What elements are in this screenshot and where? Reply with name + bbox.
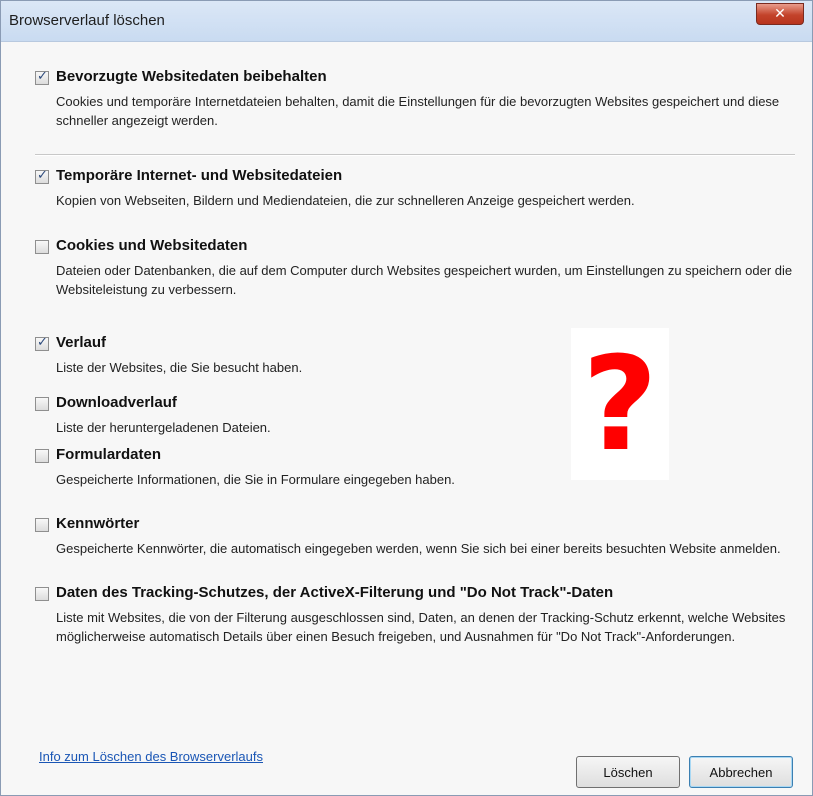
checkbox-cookies[interactable]	[35, 240, 49, 254]
dialog-content: Bevorzugte Websitedaten beibehalten Cook…	[1, 42, 812, 795]
option-title[interactable]: Kennwörter	[56, 515, 139, 532]
dialog-title: Browserverlauf löschen	[9, 12, 165, 29]
option-description: Liste mit Websites, die von der Filterun…	[56, 610, 786, 644]
option-title[interactable]: Temporäre Internet- und Websitedateien	[56, 167, 342, 184]
checkbox-tracking-protection-data[interactable]	[35, 587, 49, 601]
divider	[35, 154, 795, 156]
option-description: Cookies und temporäre Internetdateien be…	[56, 94, 780, 128]
option-title[interactable]: Bevorzugte Websitedaten beibehalten	[56, 68, 327, 85]
checkbox-download-history[interactable]	[35, 397, 49, 411]
option-description: Dateien oder Datenbanken, die auf dem Co…	[56, 263, 793, 297]
question-mark-icon: ?	[582, 328, 658, 480]
delete-button[interactable]: Löschen	[576, 756, 680, 788]
option-title[interactable]: Cookies und Websitedaten	[56, 237, 247, 254]
option-title[interactable]: Verlauf	[56, 334, 106, 351]
title-bar[interactable]: Browserverlauf löschen ✕	[1, 1, 812, 42]
option-description: Kopien von Webseiten, Bildern und Medien…	[56, 193, 635, 208]
checkbox-passwords[interactable]	[35, 518, 49, 532]
option-description: Liste der heruntergeladenen Dateien.	[56, 420, 271, 435]
checkbox-keep-favorites-data[interactable]	[35, 69, 49, 85]
option-title[interactable]: Downloadverlauf	[56, 394, 177, 411]
option-title[interactable]: Daten des Tracking-Schutzes, der ActiveX…	[56, 584, 613, 601]
option-description: Gespeicherte Informationen, die Sie in F…	[56, 472, 455, 487]
checkbox-form-data[interactable]	[35, 449, 49, 463]
info-link[interactable]: Info zum Löschen des Browserverlaufs	[39, 749, 263, 764]
close-icon: ✕	[774, 6, 786, 22]
option-description: Gespeicherte Kennwörter, die automatisch…	[56, 541, 781, 556]
delete-browsing-history-dialog: Browserverlauf löschen ✕ Bevorzugte Webs…	[0, 0, 813, 796]
option-description: Liste der Websites, die Sie besucht habe…	[56, 360, 303, 375]
checkbox-temp-internet-files[interactable]	[35, 168, 49, 184]
question-mark-overlay: ?	[571, 328, 669, 480]
checkbox-history[interactable]	[35, 335, 49, 351]
cancel-button[interactable]: Abbrechen	[689, 756, 793, 788]
option-title[interactable]: Formulardaten	[56, 446, 161, 463]
close-button[interactable]: ✕	[756, 3, 804, 25]
